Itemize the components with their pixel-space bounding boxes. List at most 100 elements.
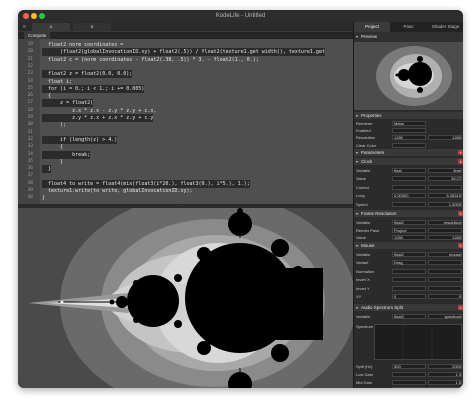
tab-pass[interactable]: Pass [391,22,426,32]
code-text: } [42,195,46,202]
property-value-secondary: resolution [443,220,461,225]
collapse-icon: ▾ [356,34,359,39]
property-row: High Gain 1.0 [354,386,463,388]
tab-shader-stage[interactable]: Shader Stage [427,22,463,32]
property-value-secondary: 1280 [452,135,461,141]
property-label: Spectrum [356,324,374,329]
property-row: Invert X [354,276,463,283]
tab-a-label: A [49,24,53,29]
property-row: Invert Y [354,285,463,292]
property-label: Variant [356,260,369,266]
property-field-secondary[interactable] [428,294,462,299]
property-row: Speed 1.0000 [354,201,463,208]
property-row: Control [354,184,463,191]
property-row: Variable float3 spectrum [354,313,463,320]
property-value: 500 [394,364,401,369]
property-label: Variable [356,168,371,173]
property-field[interactable] [392,294,426,299]
property-field-secondary[interactable] [428,268,462,274]
property-field[interactable] [392,371,426,377]
property-label: Normalize [356,268,375,274]
property-field-secondary[interactable] [428,184,462,190]
property-value-secondary: spectrum [444,314,461,319]
remove-audio-icon[interactable]: × [458,305,463,310]
add-parameter-icon[interactable]: + [458,150,463,155]
frame-section-header[interactable]: ▾ Frame Resolution × [354,210,463,217]
property-field[interactable] [392,268,426,274]
parameters-title: Parameters [361,150,385,155]
property-field[interactable] [392,379,426,385]
property-label: Low Gain [356,371,373,377]
remove-frame-icon[interactable]: × [458,211,463,216]
property-row: Variable float time [354,167,463,174]
editor-tab-bar: Compute [18,32,353,39]
property-field-secondary[interactable] [428,277,462,283]
render-viewport[interactable] [18,208,353,388]
property-label: Invert Y [356,285,370,291]
property-row: Render Pass Project [354,227,463,234]
properties-title: Properties [361,113,382,118]
property-value-secondary: 39.27 [450,176,461,182]
mouse-title: Mouse [361,243,375,248]
collapse-icon: ▾ [356,113,359,118]
spectrum-graph [374,324,462,360]
property-field[interactable] [392,142,426,148]
property-label: Speed [356,201,368,207]
sidebar-toggle-icon[interactable]: ≡ [20,23,29,31]
clock-section-header[interactable]: ▾ Clock × [354,158,463,165]
property-row: Variant Drag [354,259,463,266]
tab-project[interactable]: Project [354,22,390,32]
property-value-secondary: 0 [458,294,461,299]
property-row: Enabled [354,127,463,134]
audio-title: Audio Spectrum Split [361,305,404,310]
property-row: Value 1280 1280 [354,234,463,241]
collapse-icon: ▾ [356,159,359,164]
property-row: Loop 0.00000 6.28319 [354,192,463,199]
property-field-secondary[interactable] [428,285,462,291]
property-row: Resolution 1280 1280 [354,134,463,141]
property-field[interactable] [392,184,426,190]
line-number: 40 [27,195,33,201]
remove-clock-icon[interactable]: × [458,159,463,164]
property-label: Loop [356,193,365,199]
property-row: Value 39.27 [354,175,463,182]
property-row: Low Gain 1.0 [354,371,463,378]
property-field[interactable] [392,128,426,134]
clock-title: Clock [361,159,373,164]
app-window: KodeLife - Untitled ≡ A B Compute 19 flo… [18,10,463,388]
property-value: 1280 [394,135,403,141]
property-row: Variable float2 resolution [354,219,463,226]
property-row: Renderer Metal [354,120,463,127]
property-field-secondary[interactable] [428,260,462,266]
property-value-secondary: 1.0 [455,371,461,377]
property-label: Variable [356,252,371,257]
property-value: 0.00000 [394,193,409,199]
properties-section-header[interactable]: ▾ Properties [354,112,463,119]
tab-b[interactable]: B [73,23,111,31]
property-field[interactable] [392,201,426,207]
mandelbrot-render [18,208,353,388]
property-field-secondary[interactable] [428,227,462,233]
property-value-secondary: mouse [448,252,461,257]
remove-mouse-icon[interactable]: × [458,243,463,248]
property-field[interactable] [392,176,426,182]
toolbar: ≡ A B [18,22,353,32]
property-row: Mid Gain 1.0 [354,379,463,386]
collapse-icon: ▾ [356,211,359,216]
preview-section-header[interactable]: ▾ Preview [354,32,463,42]
property-field[interactable] [392,285,426,291]
code-editor[interactable]: 19 float2 norm coordinates = 20 (float2(g… [18,39,353,204]
tab-compute[interactable]: Compute [24,32,51,39]
mouse-section-header[interactable]: ▾ Mouse × [354,242,463,249]
tab-a[interactable]: A [32,23,70,31]
property-value: 0 [394,294,397,299]
property-value-secondary: 6.28319 [446,193,461,199]
property-field[interactable] [392,387,426,388]
code-line[interactable]: 40} [18,194,353,202]
audio-section-header[interactable]: ▾ Audio Spectrum Split × [354,304,463,311]
property-value-secondary: 1.0 [455,379,461,385]
preview-thumbnail [354,42,463,110]
parameters-section-header[interactable]: ▾ Parameters + [354,149,463,156]
property-value-secondary: time [453,168,461,173]
property-field[interactable] [392,277,426,283]
